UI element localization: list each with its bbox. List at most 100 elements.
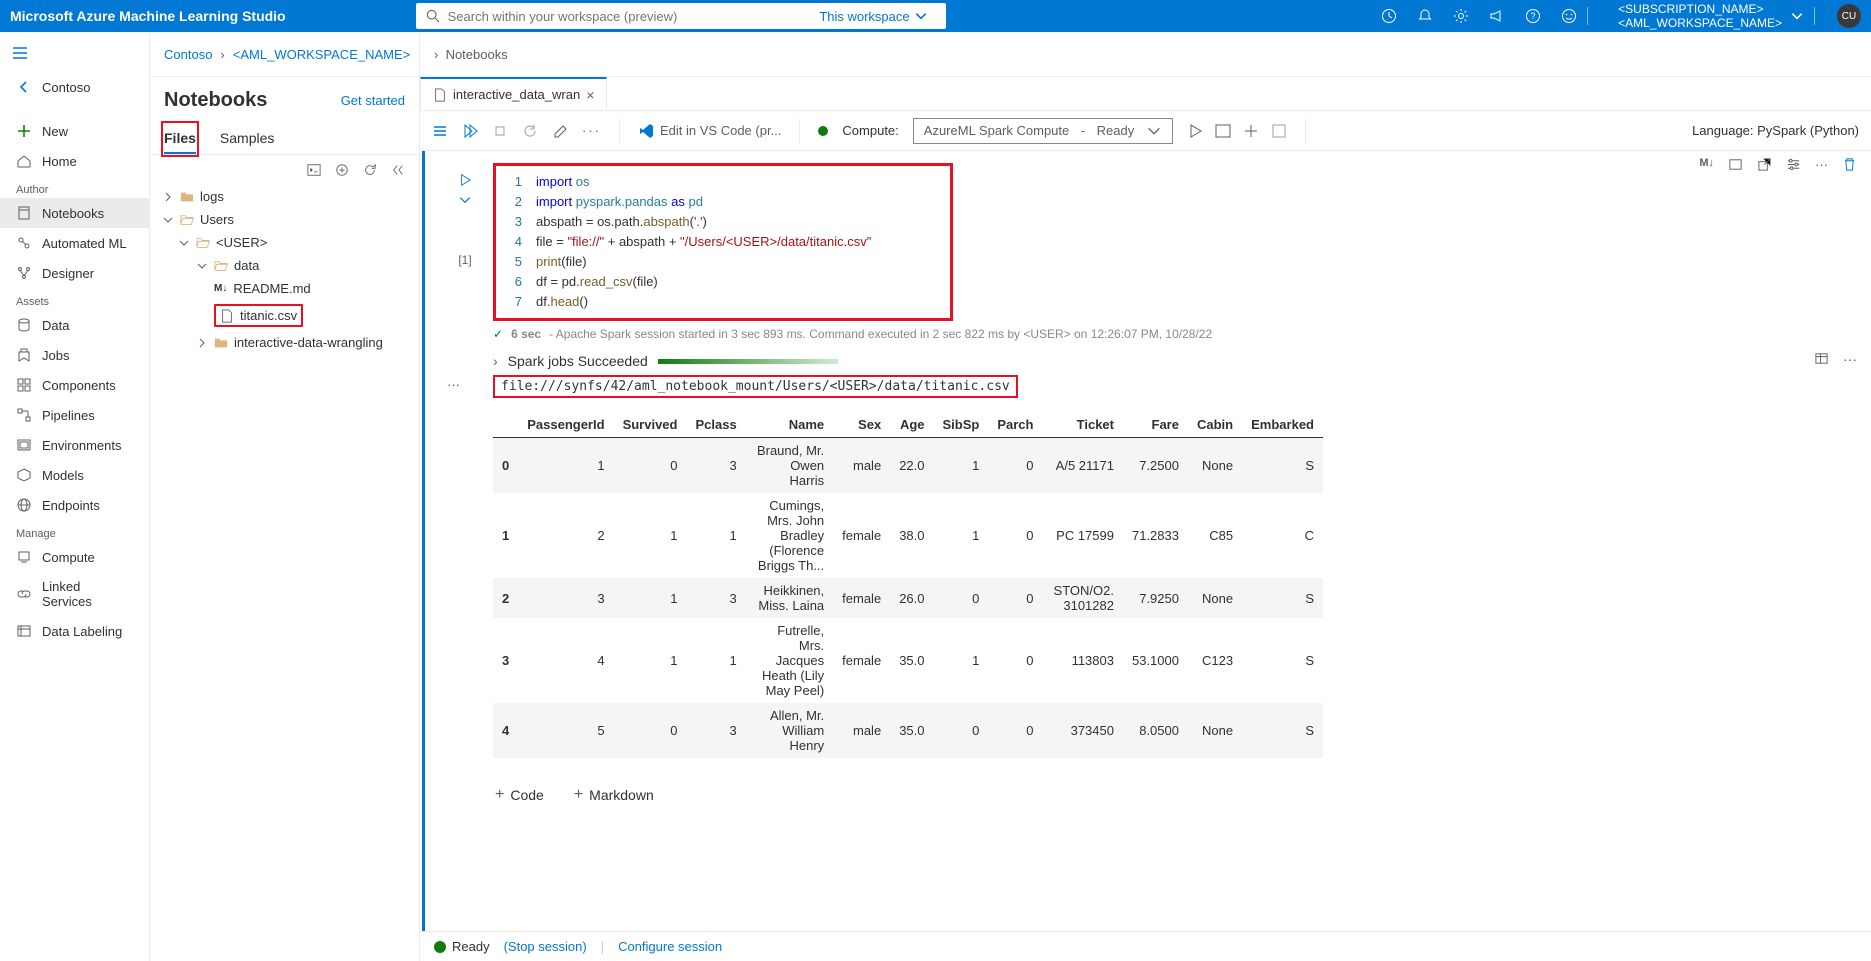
chevron-down-icon (914, 9, 928, 23)
nav-components[interactable]: Components (0, 370, 149, 400)
nav-notebooks[interactable]: Notebooks (0, 198, 149, 228)
search-input[interactable] (448, 9, 820, 24)
folder-open-icon (196, 236, 210, 250)
compute-label: Compute: (842, 123, 898, 138)
table-icon[interactable] (1814, 351, 1829, 366)
status-footer: Ready (Stop session) | Configure session (420, 931, 1871, 961)
search-scope[interactable]: This workspace (819, 9, 935, 24)
nav-linked[interactable]: Linked Services (0, 572, 149, 616)
user-avatar[interactable]: CU (1837, 4, 1861, 28)
tree-file-readme[interactable]: M↓README.md (156, 277, 413, 300)
stop-icon[interactable] (492, 123, 508, 139)
language-selector[interactable]: Language: PySpark (Python) (1692, 123, 1859, 138)
add-file-icon[interactable] (335, 163, 349, 177)
chevron-down-icon[interactable] (458, 193, 472, 207)
add-markdown-button[interactable]: +Markdown (574, 786, 654, 804)
tree-file-titanic[interactable]: titanic.csv (156, 300, 413, 331)
tree-folder-user[interactable]: <USER> (156, 231, 413, 254)
breadcrumb-link[interactable]: Contoso (164, 47, 212, 62)
more-icon[interactable]: ··· (447, 377, 460, 392)
breadcrumb: Contoso› <AML_WORKSPACE_NAME> (150, 32, 419, 77)
status-ready: Ready (452, 939, 490, 954)
clear-icon[interactable] (552, 123, 568, 139)
table-header: Pclass (686, 412, 745, 438)
menu-icon[interactable] (432, 123, 448, 139)
table-row: 4503Allen, Mr. William Henrymale35.00037… (493, 703, 1323, 758)
add-cell-row: +Code +Markdown (495, 786, 1859, 804)
help-icon[interactable]: ? (1525, 8, 1541, 24)
output-filepath: file:///synfs/42/aml_notebook_mount/User… (493, 375, 1018, 398)
code-cell: [1] 1import os 2import pyspark.pandas as… (437, 163, 1859, 321)
table-header: Embarked (1242, 412, 1323, 438)
popout-icon[interactable] (1757, 157, 1772, 172)
smile-icon[interactable] (1561, 8, 1577, 24)
run-all-icon[interactable] (462, 123, 478, 139)
close-icon[interactable]: × (586, 87, 594, 103)
nav-models[interactable]: Models (0, 460, 149, 490)
more-icon[interactable]: ··· (582, 123, 601, 138)
nav-environments[interactable]: Environments (0, 430, 149, 460)
get-started-link[interactable]: Get started (341, 93, 405, 108)
hamburger-icon[interactable] (0, 37, 149, 72)
nav-designer[interactable]: Designer (0, 258, 149, 288)
nav-automl[interactable]: Automated ML (0, 228, 149, 258)
terminal-icon[interactable] (1215, 123, 1231, 139)
collapse-icon[interactable] (391, 163, 405, 177)
workspace-search[interactable]: This workspace (416, 3, 946, 29)
vscode-icon (638, 123, 654, 139)
stop-session-link[interactable]: (Stop session) (504, 939, 587, 954)
nav-endpoints[interactable]: Endpoints (0, 490, 149, 520)
configure-session-link[interactable]: Configure session (618, 939, 722, 954)
nav-jobs[interactable]: Jobs (0, 340, 149, 370)
view-icon[interactable] (1728, 157, 1743, 172)
more-icon[interactable]: ··· (1815, 157, 1828, 172)
nav-data[interactable]: Data (0, 310, 149, 340)
tab-samples[interactable]: Samples (220, 124, 274, 154)
table-header: Parch (988, 412, 1042, 438)
run-cell-icon[interactable] (458, 173, 472, 187)
tree-folder-users[interactable]: Users (156, 208, 413, 231)
nav-pipelines[interactable]: Pipelines (0, 400, 149, 430)
panel-tabs: Files Samples (150, 124, 419, 155)
restart-icon[interactable] (522, 123, 538, 139)
new-button[interactable]: New (0, 116, 149, 146)
breadcrumb-link[interactable]: <AML_WORKSPACE_NAME> (233, 47, 410, 62)
tab-files[interactable]: Files (164, 124, 196, 154)
more-icon[interactable]: ··· (1843, 351, 1857, 367)
edit-vscode-button[interactable]: Edit in VS Code (pr... (638, 123, 781, 139)
delete-icon[interactable] (1842, 157, 1857, 172)
file-tab[interactable]: interactive_data_wran× (420, 77, 607, 110)
add-code-button[interactable]: +Code (495, 786, 544, 804)
table-header: Age (890, 412, 933, 438)
tree-folder-idw[interactable]: interactive-data-wrangling (156, 331, 413, 354)
plus-icon[interactable] (1243, 123, 1259, 139)
nav-home[interactable]: Home (0, 146, 149, 176)
variable-icon[interactable] (1271, 123, 1287, 139)
compute-selector[interactable]: AzureML Spark Compute-Ready (913, 118, 1173, 144)
tree-folder-data[interactable]: data (156, 254, 413, 277)
code-editor[interactable]: 1import os 2import pyspark.pandas as pd … (493, 163, 953, 321)
file-tree: logs Users <USER> data M↓README.md titan… (150, 185, 419, 354)
run-icon[interactable] (1187, 123, 1203, 139)
tree-folder-logs[interactable]: logs (156, 185, 413, 208)
gear-icon[interactable] (1453, 8, 1469, 24)
clock-icon[interactable] (1381, 8, 1397, 24)
back-link[interactable]: Contoso (0, 72, 149, 102)
left-nav: Contoso New Home Author Notebooks Automa… (0, 32, 150, 961)
workspace-switcher[interactable]: <SUBSCRIPTION_NAME> <AML_WORKSPACE_NAME> (1618, 2, 1782, 30)
spark-jobs-row[interactable]: › Spark jobs Succeeded ··· (493, 347, 1859, 375)
exec-count: [1] (458, 253, 471, 267)
nav-compute[interactable]: Compute (0, 542, 149, 572)
table-row: 2313Heikkinen, Miss. Lainafemale26.000ST… (493, 578, 1323, 618)
settings-icon[interactable] (1786, 157, 1801, 172)
top-bar: Microsoft Azure Machine Learning Studio … (0, 0, 1871, 32)
table-header: Cabin (1188, 412, 1242, 438)
table-header: Sex (833, 412, 890, 438)
open-terminal-icon[interactable] (307, 163, 321, 177)
nav-labeling[interactable]: Data Labeling (0, 616, 149, 646)
refresh-icon[interactable] (363, 163, 377, 177)
markdown-icon[interactable]: M↓ (1699, 157, 1714, 172)
bell-icon[interactable] (1417, 8, 1433, 24)
megaphone-icon[interactable] (1489, 8, 1505, 24)
dataframe-table: PassengerIdSurvivedPclassNameSexAgeSibSp… (493, 412, 1323, 758)
